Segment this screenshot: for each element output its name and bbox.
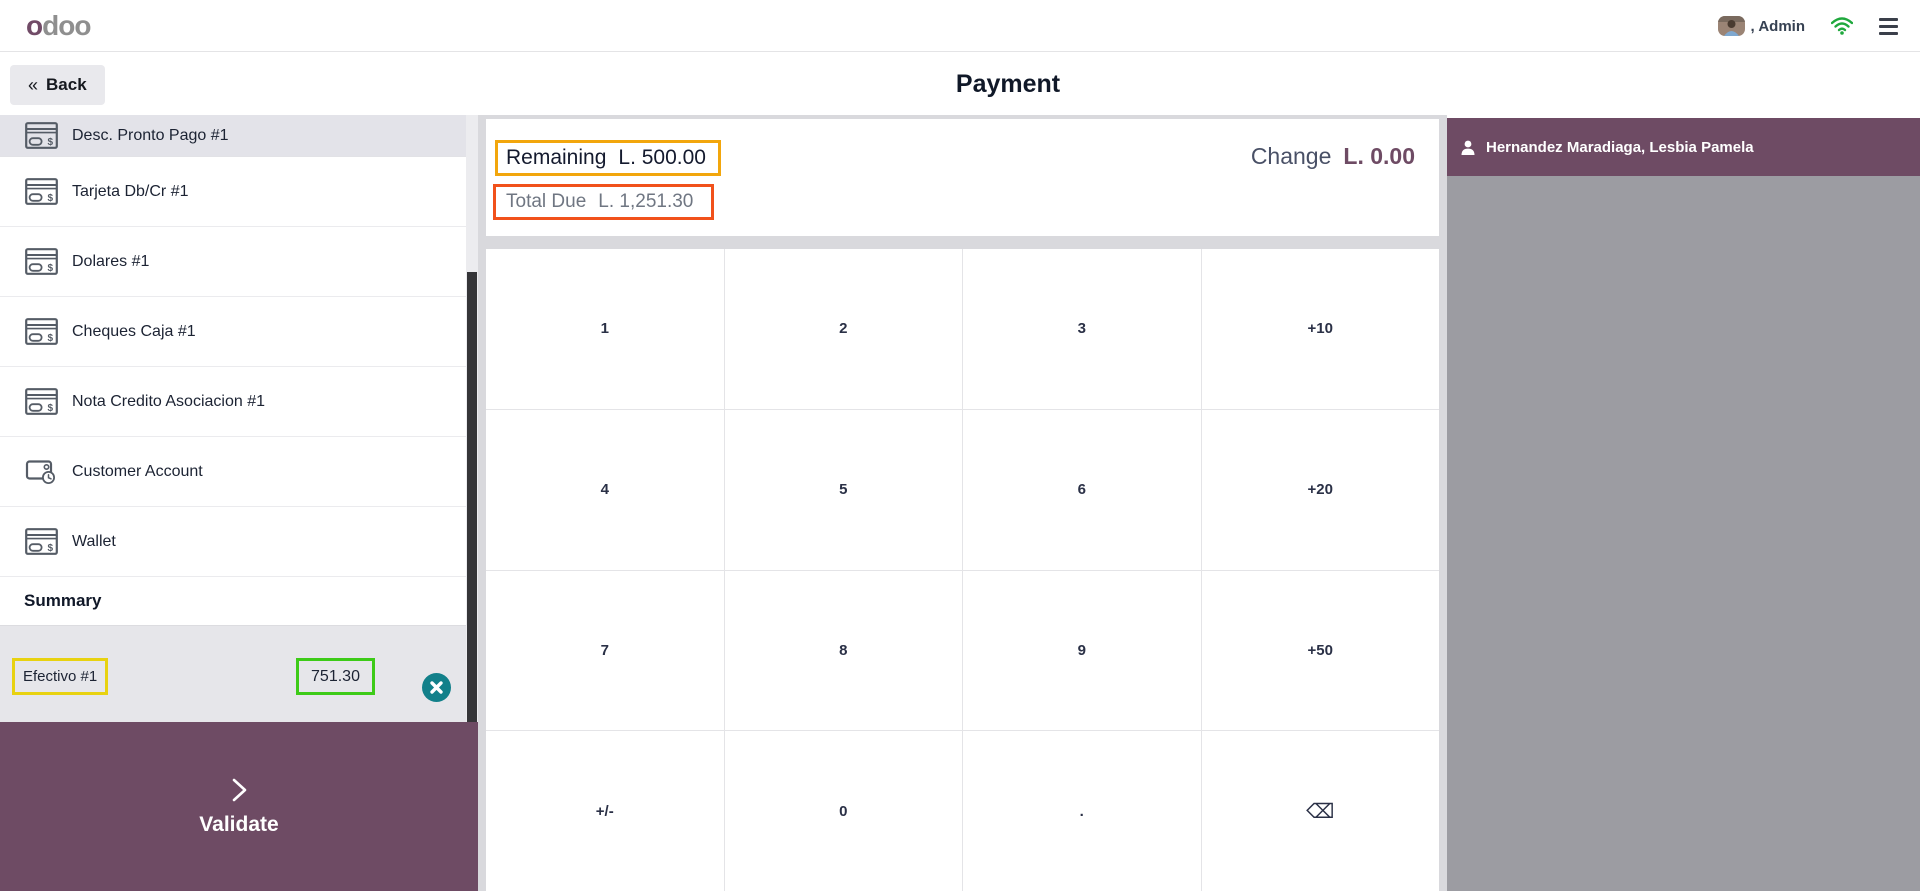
money-card-icon: $ [25, 388, 58, 415]
scrollbar-thumb[interactable] [467, 272, 477, 722]
numpad-key-7[interactable]: 7 [486, 571, 724, 731]
payment-method-label: Cheques Caja #1 [72, 323, 196, 341]
payment-method-cheques-caja-1[interactable]: $ Cheques Caja #1 [0, 297, 478, 367]
delete-payment-line-button[interactable] [422, 673, 451, 702]
numpad-key-6[interactable]: 6 [963, 410, 1201, 570]
numpad-key-plus-20[interactable]: +20 [1202, 410, 1440, 570]
payment-method-tarjeta-db-cr-1[interactable]: $ Tarjeta Db/Cr #1 [0, 157, 478, 227]
payment-method-label: Wallet [72, 533, 116, 551]
payment-line-amount[interactable]: 751.30 [296, 658, 375, 695]
money-card-icon: $ [25, 528, 58, 555]
back-chevron-icon: « [28, 75, 38, 96]
numpad-key-plus-10[interactable]: +10 [1202, 249, 1440, 409]
total-due-value: L. 1,251.30 [598, 191, 693, 213]
top-bar: odoo , Admin [0, 0, 1920, 52]
svg-text:$: $ [48, 333, 54, 344]
svg-text:$: $ [48, 543, 54, 554]
payment-method-wallet[interactable]: $ Wallet [0, 507, 478, 577]
wifi-icon [1831, 17, 1853, 35]
customer-panel: Hernandez Maradiaga, Lesbia Pamela [1447, 115, 1920, 891]
payment-method-label: Nota Credito Asociacion #1 [72, 393, 265, 411]
payment-line-row[interactable]: Efectivo #1 751.30 [0, 626, 478, 722]
money-card-icon: $ [25, 178, 58, 205]
numpad-key-9[interactable]: 9 [963, 571, 1201, 731]
screen-header: « Back Payment [0, 53, 1920, 115]
numpad-key-backspace[interactable]: ⌫ [1202, 731, 1440, 891]
close-icon [429, 680, 444, 695]
remaining-label: Remaining [506, 146, 606, 170]
odoo-logo: odoo [26, 12, 90, 40]
payment-method-label: Customer Account [72, 463, 203, 481]
pos-payment-screen: odoo , Admin « Back [0, 0, 1920, 891]
payment-method-customer-account[interactable]: Customer Account [0, 437, 478, 507]
change-value: L. 0.00 [1343, 143, 1415, 170]
numpad: 123+10 456+20 789+50 +/-0.⌫ [486, 249, 1439, 891]
user-name: , Admin [1751, 18, 1805, 35]
payment-method-nota-credito-asociacion-1[interactable]: $ Nota Credito Asociacion #1 [0, 367, 478, 437]
hamburger-menu-icon[interactable] [1879, 18, 1898, 35]
payment-method-dolares-1[interactable]: $ Dolares #1 [0, 227, 478, 297]
numpad-key-5[interactable]: 5 [725, 410, 963, 570]
numpad-key-8[interactable]: 8 [725, 571, 963, 731]
total-due-amount: Total Due L. 1,251.30 [493, 184, 714, 220]
customer-account-icon [25, 458, 58, 485]
chevron-right-icon [226, 777, 252, 803]
svg-text:$: $ [48, 263, 54, 274]
page-title: Payment [48, 53, 1920, 115]
avatar [1718, 16, 1745, 36]
numpad-key-3[interactable]: 3 [963, 249, 1201, 409]
payment-method-list: $ Desc. Pronto Pago #1 $ Tarjeta Db/Cr #1 $ D… [0, 115, 478, 577]
numpad-key-1[interactable]: 1 [486, 249, 724, 409]
customer-panel-body [1447, 176, 1920, 891]
change-amount: Change L. 0.00 [1251, 143, 1415, 170]
total-due-label: Total Due [506, 191, 586, 213]
payment-line-method[interactable]: Efectivo #1 [12, 658, 108, 695]
remaining-value: L. 500.00 [618, 146, 706, 170]
money-card-icon: $ [25, 122, 58, 149]
sidebar-scrollbar[interactable] [466, 115, 478, 722]
money-card-icon: $ [25, 248, 58, 275]
numpad-key-plus-50[interactable]: +50 [1202, 571, 1440, 731]
payment-method-label: Tarjeta Db/Cr #1 [72, 183, 189, 201]
svg-text:$: $ [48, 137, 54, 148]
customer-name: Hernandez Maradiaga, Lesbia Pamela [1486, 139, 1754, 156]
numpad-key-2[interactable]: 2 [725, 249, 963, 409]
remaining-amount: Remaining L. 500.00 [495, 140, 721, 176]
user-menu[interactable]: , Admin [1718, 16, 1805, 36]
back-button[interactable]: « Back [10, 65, 105, 105]
validate-label: Validate [199, 813, 278, 837]
back-label: Back [46, 75, 87, 95]
payment-status-card: Remaining L. 500.00 Total Due L. 1,251.3… [486, 119, 1439, 236]
payment-methods-sidebar: $ Desc. Pronto Pago #1 $ Tarjeta Db/Cr #1 $ D… [0, 115, 478, 891]
numpad-key-plus-minus[interactable]: +/- [486, 731, 724, 891]
payment-main-area: Remaining L. 500.00 Total Due L. 1,251.3… [478, 115, 1447, 891]
payment-method-desc-pronto-pago-1[interactable]: $ Desc. Pronto Pago #1 [0, 115, 478, 157]
numpad-key-0[interactable]: 0 [725, 731, 963, 891]
validate-button[interactable]: Validate [0, 722, 478, 891]
person-icon [1461, 140, 1475, 155]
change-label: Change [1251, 143, 1332, 170]
numpad-key-4[interactable]: 4 [486, 410, 724, 570]
customer-header[interactable]: Hernandez Maradiaga, Lesbia Pamela [1447, 118, 1920, 176]
svg-text:$: $ [48, 403, 54, 414]
summary-heading: Summary [24, 577, 101, 625]
payment-method-label: Dolares #1 [72, 253, 149, 271]
svg-text:$: $ [48, 193, 54, 204]
numpad-key-decimal[interactable]: . [963, 731, 1201, 891]
money-card-icon: $ [25, 318, 58, 345]
payment-method-label: Desc. Pronto Pago #1 [72, 127, 229, 145]
